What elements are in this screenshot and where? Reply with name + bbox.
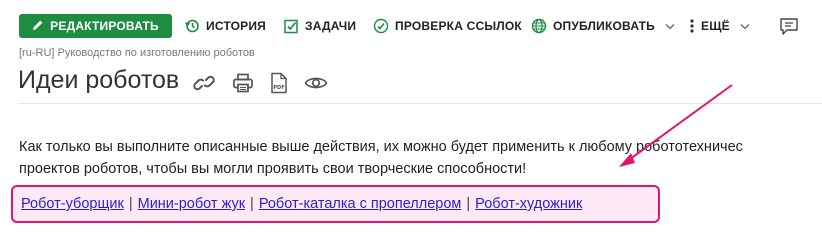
tasks-button[interactable]: ЗАДАЧИ [284, 14, 356, 38]
globe-icon [531, 18, 547, 34]
comment-icon[interactable] [779, 17, 799, 41]
eye-icon[interactable] [304, 74, 328, 97]
chevron-down-icon [740, 23, 750, 30]
pencil-icon [32, 19, 44, 34]
more-vertical-icon [689, 18, 695, 34]
print-icon[interactable] [232, 73, 254, 98]
robot-links-highlight: Робот-уборщик | Мини-робот жук | Робот-к… [11, 185, 660, 223]
more-button[interactable]: ЕЩЁ [689, 14, 750, 38]
link-propeller-robot[interactable]: Робот-каталка с пропеллером [259, 196, 462, 212]
history-label: ИСТОРИЯ [206, 19, 267, 33]
link-robot-artist[interactable]: Робот-художник [475, 196, 582, 212]
pdf-icon[interactable]: PDF [270, 72, 288, 99]
edit-button-label: РЕДАКТИРОВАТЬ [50, 19, 159, 33]
link-separator: | [250, 196, 254, 212]
paragraph-line: Как только вы выполните описанные выше д… [19, 139, 743, 155]
link-icon[interactable] [192, 73, 216, 98]
publish-button[interactable]: ОПУБЛИКОВАТЬ [531, 14, 675, 38]
more-label: ЕЩЁ [701, 19, 730, 33]
link-mini-robot-bug[interactable]: Мини-робот жук [138, 196, 245, 212]
link-check-icon [373, 18, 389, 34]
check-links-button[interactable]: ПРОВЕРКА ССЫЛОК [373, 14, 522, 38]
divider [18, 103, 822, 104]
intro-paragraph: Как только вы выполните описанные выше д… [19, 136, 822, 180]
history-icon [184, 18, 200, 34]
link-separator: | [466, 196, 471, 212]
link-separator: | [128, 196, 133, 212]
link-robot-cleaner[interactable]: Робот-уборщик [21, 196, 124, 212]
toolbar: РЕДАКТИРОВАТЬ ИСТОРИЯ ЗАДАЧИ ПРОВЕРКА СС… [0, 0, 822, 52]
chevron-down-icon [665, 23, 675, 30]
page-title: Идеи роботов [18, 66, 180, 94]
edit-button[interactable]: РЕДАКТИРОВАТЬ [19, 14, 172, 38]
check-links-label: ПРОВЕРКА ССЫЛОК [395, 19, 522, 33]
title-actions: PDF [192, 72, 328, 99]
history-button[interactable]: ИСТОРИЯ [184, 14, 266, 38]
breadcrumb[interactable]: [ru-RU] Руководство по изготовлению робо… [19, 47, 255, 59]
checkbox-icon [284, 19, 299, 34]
tasks-label: ЗАДАЧИ [305, 19, 357, 33]
paragraph-line: проектов роботов, чтобы вы могли проявит… [19, 161, 527, 177]
publish-label: ОПУБЛИКОВАТЬ [553, 19, 655, 33]
svg-text:PDF: PDF [273, 85, 284, 91]
